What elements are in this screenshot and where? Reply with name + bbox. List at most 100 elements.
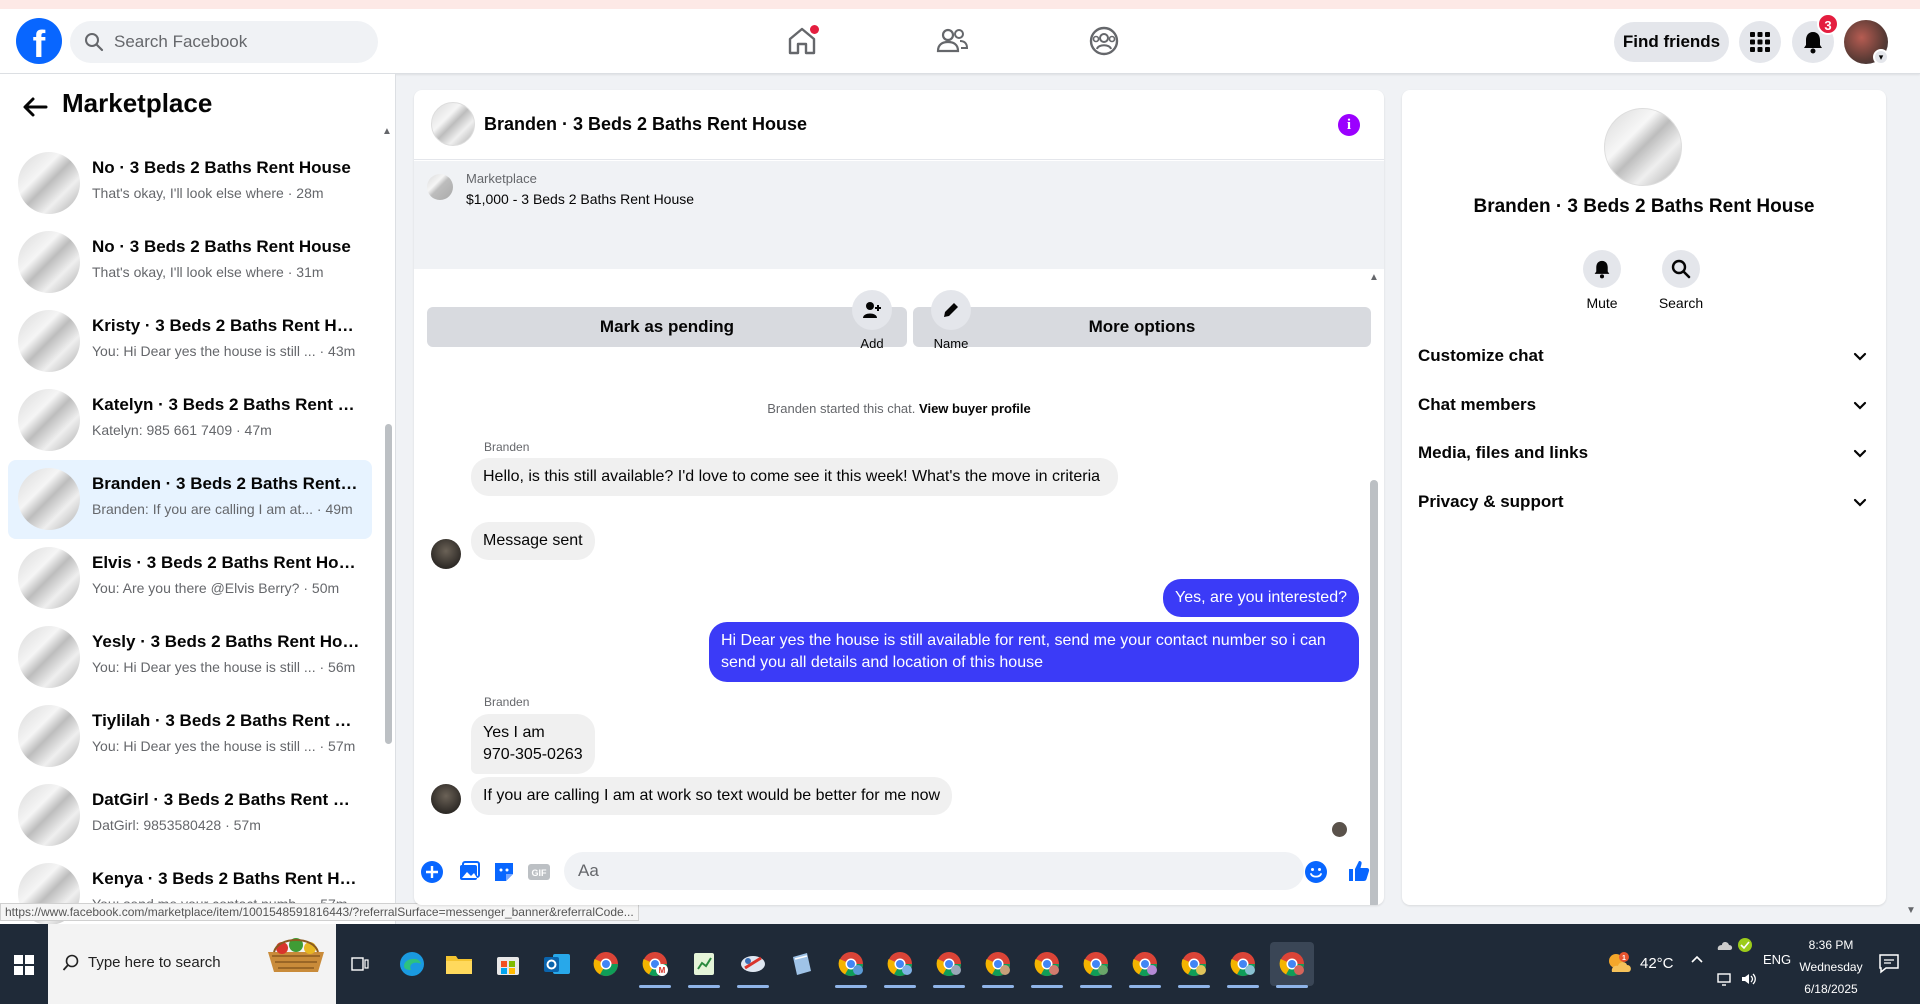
spreadsheet-app-icon[interactable] [682,942,726,988]
conversation-item[interactable]: Kristy · 3 Beds 2 Baths Rent House You: H… [8,302,372,381]
sender-avatar[interactable] [431,784,461,814]
listing-thumbnail[interactable] [427,174,453,200]
conversation-item[interactable]: Yesly · 3 Beds 2 Baths Rent House You: Hi… [8,618,372,697]
network-icon[interactable] [1716,972,1734,989]
outlook-icon[interactable] [535,942,579,986]
add-person-action[interactable]: Add [842,290,902,351]
sidebar-scrollbar[interactable] [385,424,392,744]
chat-panel: Branden · 3 Beds 2 Baths Rent House i Ma… [414,90,1384,905]
task-view-icon[interactable] [350,954,370,974]
sender-avatar[interactable] [431,539,461,569]
running-indicator [884,985,916,988]
view-buyer-profile-link[interactable]: View buyer profile [919,401,1031,416]
chat-title[interactable]: Branden · 3 Beds 2 Baths Rent House [484,114,807,135]
edge-browser-icon[interactable] [390,942,434,986]
incoming-message[interactable]: If you are calling I am at work so text … [471,777,953,815]
conversation-item[interactable]: Tiylilah · 3 Beds 2 Baths Rent Ho... You:… [8,697,372,776]
chat-header: Branden · 3 Beds 2 Baths Rent House i [414,90,1384,160]
chat-members-section[interactable]: Chat members [1418,385,1868,425]
emoji-icon[interactable] [1304,860,1328,884]
back-arrow-icon[interactable] [20,92,50,122]
search-icon [1662,250,1700,288]
conversation-item[interactable]: Katelyn · 3 Beds 2 Baths Rent Ho... Katel… [8,381,372,460]
chrome-window-icon-active[interactable] [1270,942,1314,988]
conversation-item-active[interactable]: Branden · 3 Beds 2 Baths Rent H... Brande… [8,460,372,539]
mark-as-pending-button[interactable]: Mark as pending [427,307,907,347]
running-indicator [1129,985,1161,988]
volume-icon[interactable] [1740,972,1758,989]
plus-circle-icon[interactable] [420,860,444,884]
chrome-gmail-profile-icon[interactable]: M [633,942,677,988]
notifications-badge: 3 [1817,13,1839,35]
groups-icon[interactable] [1087,24,1121,58]
search-box[interactable] [70,21,378,63]
svg-text:GIF: GIF [532,868,548,878]
language-indicator[interactable]: ENG [1763,952,1791,967]
gif-icon[interactable]: GIF [527,860,551,884]
microsoft-store-icon[interactable] [486,942,530,986]
running-indicator [1080,985,1112,988]
incoming-message[interactable]: Message sent [471,522,595,560]
chat-avatar[interactable] [431,102,475,146]
incoming-message[interactable]: Hello, is this still available? I'd love… [471,458,1118,496]
notes-app-icon[interactable] [780,942,824,986]
running-indicator [933,985,965,988]
topbar-accent-strip [0,0,1920,9]
chrome-window-icon[interactable] [927,942,971,988]
info-icon[interactable]: i [1338,114,1360,136]
listing-thumbnail [18,468,80,530]
chrome-icon[interactable] [584,942,628,986]
incoming-message[interactable]: Yes I am 970-305-0263 [471,714,595,774]
outgoing-message[interactable]: Yes, are you interested? [1163,579,1359,617]
conversation-item[interactable]: Elvis · 3 Beds 2 Baths Rent House You: Ar… [8,539,372,618]
tray-cloud-icon[interactable] [1716,936,1754,957]
friends-icon[interactable] [935,24,969,58]
conversation-item[interactable]: DatGirl · 3 Beds 2 Baths Rent Ho... DatGi… [8,776,372,855]
more-options-button[interactable]: More options [913,307,1371,347]
chrome-window-icon[interactable] [1025,942,1069,988]
outgoing-message[interactable]: Hi Dear yes the house is still available… [709,622,1359,682]
page-scroll-down-icon[interactable]: ▼ [1906,905,1916,916]
chrome-window-icon[interactable] [1123,942,1167,988]
weather-widget[interactable]: 1 42°C [1606,952,1674,974]
privacy-support-section[interactable]: Privacy & support [1418,482,1868,522]
windows-start-icon[interactable] [14,955,34,975]
chevron-up-icon[interactable] [1690,952,1704,967]
status-bar-url: https://www.facebook.com/marketplace/ite… [0,903,639,921]
message-input[interactable] [564,852,1304,890]
section-label: Customize chat [1418,346,1544,365]
banner-listing[interactable]: $1,000 - 3 Beds 2 Baths Rent House [466,191,694,207]
chat-avatar-large[interactable] [1604,108,1682,186]
taskbar-clock[interactable]: 8:36 PM Wednesday 6/18/2025 [1796,934,1866,1000]
chrome-window-icon[interactable] [829,942,873,988]
search-input[interactable] [114,32,354,52]
scroll-up-arrow-icon[interactable]: ▲ [382,126,392,137]
mute-action[interactable]: Mute [1572,250,1632,311]
chrome-window-icon[interactable] [1221,942,1265,988]
media-files-links-section[interactable]: Media, files and links [1418,433,1868,473]
facebook-logo[interactable]: f [16,18,62,64]
action-center-icon[interactable] [1878,952,1900,974]
taskbar-search[interactable]: Type here to search [48,924,336,1004]
chrome-window-icon[interactable] [976,942,1020,988]
file-explorer-icon[interactable] [437,942,481,986]
customize-chat-section[interactable]: Customize chat [1418,336,1868,376]
snipping-tool-icon[interactable] [731,942,775,988]
chat-scrollbar[interactable] [1370,480,1378,905]
chrome-window-icon[interactable] [1074,942,1118,988]
conversation-item[interactable]: No · 3 Beds 2 Baths Rent House That's oka… [8,144,372,223]
search-action[interactable]: Search [1651,250,1711,311]
sticker-icon[interactable] [492,860,516,884]
thumbs-up-icon[interactable] [1347,859,1371,883]
chrome-window-icon[interactable] [878,942,922,988]
conversation-item[interactable]: No · 3 Beds 2 Baths Rent House That's oka… [8,223,372,302]
running-indicator [688,985,720,988]
chevron-down-icon[interactable]: ▾ [1873,49,1889,65]
chat-scroll-up-icon[interactable]: ▲ [1369,272,1379,283]
name-chat-action[interactable]: Name [921,290,981,351]
conversation-name: No · 3 Beds 2 Baths Rent House [92,237,351,256]
menu-grid-button[interactable] [1739,21,1781,63]
find-friends-button[interactable]: Find friends [1614,22,1729,62]
photo-icon[interactable] [457,860,481,884]
chrome-window-icon[interactable] [1172,942,1216,988]
